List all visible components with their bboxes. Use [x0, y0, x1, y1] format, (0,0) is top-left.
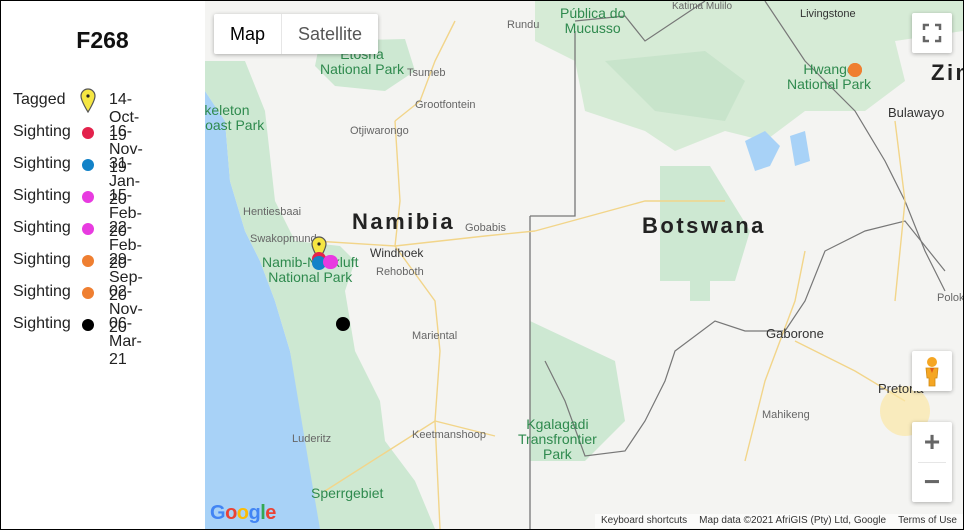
yellow-pin-icon [79, 87, 97, 118]
legend-panel: F268 Tagged 14-Oct-19 Sighting 16-Nov-19… [1, 1, 204, 529]
keyboard-shortcuts-link[interactable]: Keyboard shortcuts [601, 514, 687, 528]
map-canvas[interactable]: Namibia Botswana Zim Etosha National Par… [205, 1, 963, 529]
country-label-zimbabwe: Zim [931, 60, 963, 85]
map-type-satellite-button[interactable]: Satellite [281, 14, 378, 54]
city-label-hentiesbaai: Hentiesbaai [243, 206, 302, 218]
orange-dot-icon [82, 287, 94, 299]
magenta-dot-icon [82, 223, 94, 235]
park-label-skeleton-coast: Skeleton Coast Park [205, 102, 265, 133]
city-label-grootfontein: Grootfontein [415, 99, 476, 111]
legend-type: Sighting [13, 315, 71, 332]
park-label-kgalagadi: Kgalagadi Transfrontier Park [518, 416, 597, 462]
legend-type: Sighting [13, 283, 71, 300]
legend-type: Sighting [13, 219, 71, 236]
red-dot-icon [82, 127, 94, 139]
blue-dot-icon [82, 159, 94, 171]
legend-type: Sighting [13, 155, 71, 172]
sighting-marker-06-mar-21[interactable] [336, 317, 350, 331]
map-data-attribution: Map data ©2021 AfriGIS (Pty) Ltd, Google [699, 515, 887, 526]
park-label-sperrgebiet: Sperrgebiet [311, 485, 384, 501]
fullscreen-button[interactable] [912, 13, 952, 53]
zoom-in-button[interactable]: + [912, 422, 952, 462]
legend-date: 06-Mar-21 [109, 315, 142, 368]
city-label-luderitz: Luderitz [292, 433, 332, 445]
orange-dot-icon [82, 255, 94, 267]
country-label-botswana: Botswana [642, 213, 766, 238]
fullscreen-icon [922, 23, 942, 43]
city-label-windhoek: Windhoek [370, 246, 424, 260]
city-label-keetmanshoop: Keetmanshoop [412, 429, 486, 441]
city-label-polokwane: Polok [937, 292, 963, 304]
city-label-bulawayo: Bulawayo [888, 105, 945, 120]
black-dot-icon [82, 319, 94, 331]
street-view-pegman-button[interactable] [912, 351, 952, 391]
zoom-control: + − [912, 422, 952, 502]
sighting-marker-02-nov-20[interactable] [848, 63, 862, 77]
city-label-rundu: Rundu [507, 19, 540, 31]
terms-of-use-link[interactable]: Terms of Use [898, 514, 957, 528]
city-label-katima-mulilo: Katima Mulilo [672, 1, 733, 12]
city-label-gobabis: Gobabis [465, 222, 506, 234]
animal-id-title: F268 [76, 27, 129, 53]
legend-type: Sighting [13, 251, 71, 268]
map-attribution-bar: Keyboard shortcuts Map data ©2021 AfriGI… [595, 514, 963, 528]
legend-type: Sighting [13, 123, 71, 140]
city-label-gaborone: Gaborone [766, 326, 824, 341]
park-label-mucusso: Pública do Mucusso [560, 5, 626, 36]
country-label-namibia: Namibia [352, 209, 456, 234]
legend-type: Sighting [13, 187, 71, 204]
city-label-rehoboth: Rehoboth [376, 266, 424, 278]
city-label-mahikeng: Mahikeng [762, 409, 810, 421]
city-label-tsumeb: Tsumeb [407, 67, 446, 79]
city-label-otjiwarongo: Otjiwarongo [350, 125, 409, 137]
map-type-control: Map Satellite [214, 14, 379, 54]
city-label-mariental: Mariental [412, 330, 458, 342]
city-label-livingstone: Livingstone [800, 8, 856, 20]
google-logo[interactable]: Google [210, 502, 276, 525]
city-label-swakopmund: Swakopmund [250, 233, 317, 245]
pegman-icon [925, 357, 939, 387]
legend-type: Tagged [13, 91, 66, 108]
magenta-dot-icon [82, 191, 94, 203]
zoom-out-button[interactable]: − [912, 462, 952, 502]
sighting-marker-22-feb-20[interactable] [324, 255, 338, 269]
map-type-map-button[interactable]: Map [214, 14, 281, 54]
